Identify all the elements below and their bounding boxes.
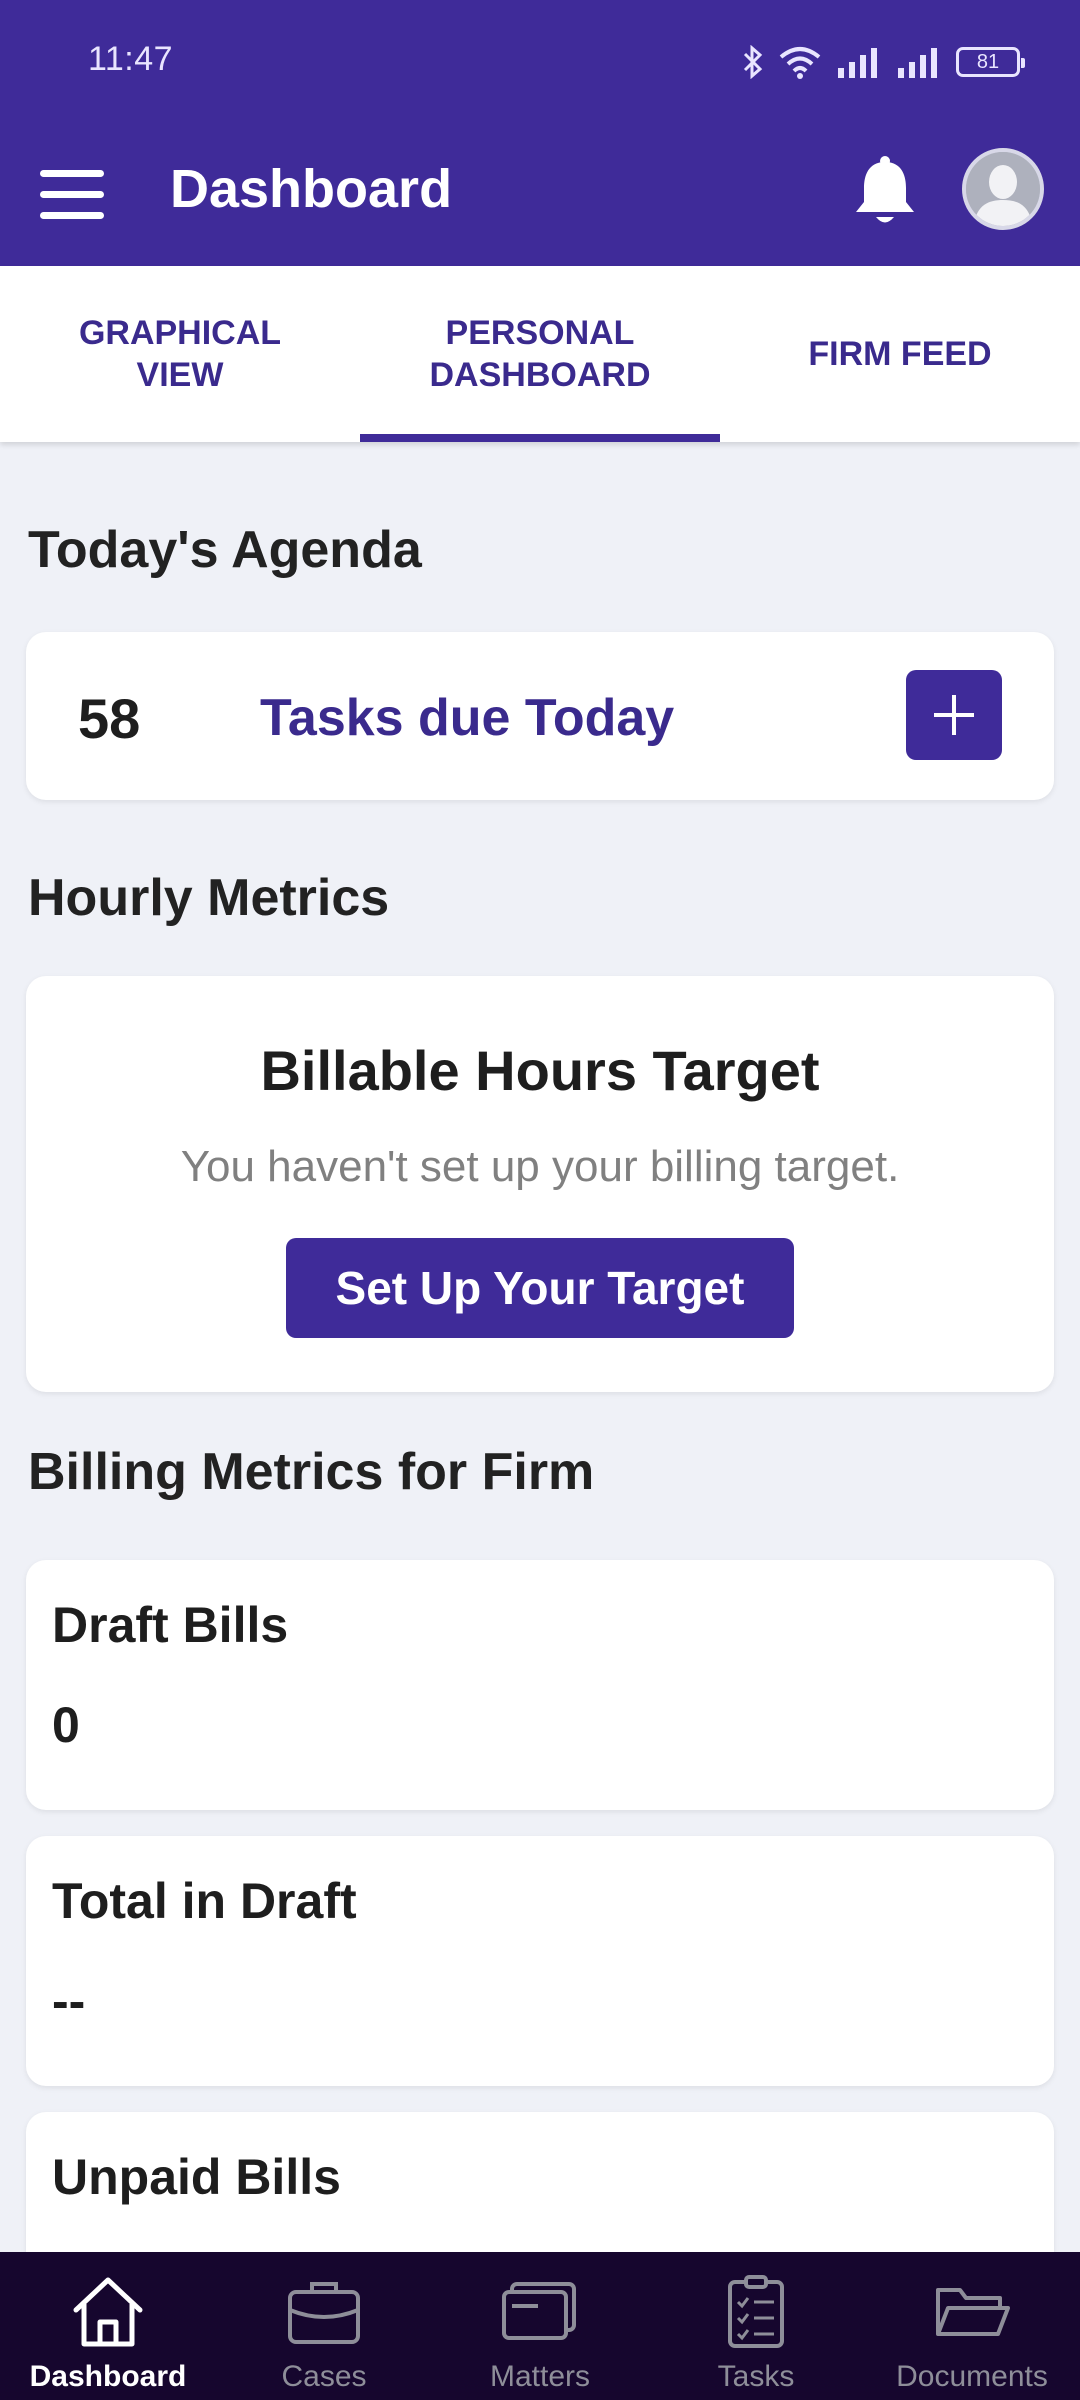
metric-label: Unpaid Bills bbox=[52, 2149, 341, 2205]
active-tab-indicator bbox=[360, 434, 720, 442]
metric-card-total-in-draft[interactable]: Total in Draft -- bbox=[26, 1836, 1054, 2086]
bell-icon bbox=[856, 156, 914, 223]
set-up-target-button[interactable]: Set Up Your Target bbox=[286, 1238, 794, 1338]
status-bar: 11:47 81 bbox=[0, 0, 1080, 126]
wifi-icon bbox=[779, 47, 821, 79]
agenda-card[interactable]: 58 Tasks due Today bbox=[26, 632, 1054, 800]
nav-label: Dashboard bbox=[29, 2360, 187, 2393]
status-time: 11:47 bbox=[88, 40, 174, 78]
tasks-due-label: Tasks due Today bbox=[260, 689, 675, 747]
tab-personal-dashboard[interactable]: Personal Dashboard bbox=[360, 266, 720, 442]
tasks-due-count: 58 bbox=[78, 687, 141, 750]
nav-documents[interactable]: Documents bbox=[864, 2252, 1080, 2400]
tab-graphical-view[interactable]: Graphical View bbox=[0, 266, 360, 442]
agenda-section-title: Today's Agenda bbox=[28, 521, 422, 579]
metric-value: 0 bbox=[52, 1697, 80, 1753]
folder-icon bbox=[930, 2274, 1014, 2350]
app: 11:47 81 Dashboard GRAPHICAL VIEW PERSON… bbox=[0, 0, 1080, 2400]
billable-hours-title: Billable Hours Target bbox=[260, 1039, 820, 1102]
billing-section-title: Billing Metrics for Firm bbox=[28, 1443, 595, 1501]
billable-hours-card: Billable Hours Target You haven't set up… bbox=[26, 976, 1054, 1392]
nav-cases[interactable]: Cases bbox=[216, 2252, 432, 2400]
tab-label: Personal Dashboard bbox=[429, 314, 651, 394]
bottom-nav: Dashboard Cases Matters Tasks Documents bbox=[0, 2252, 1080, 2400]
briefcase-icon bbox=[282, 2274, 366, 2350]
header: 11:47 81 Dashboard bbox=[0, 0, 1080, 266]
app-bar: Dashboard bbox=[0, 126, 1080, 266]
nav-tasks[interactable]: Tasks bbox=[648, 2252, 864, 2400]
battery-icon: 81 bbox=[956, 47, 1025, 77]
tab-firm-feed[interactable]: Firm Feed bbox=[720, 266, 1080, 442]
avatar-icon bbox=[966, 152, 1040, 226]
page-title: Dashboard bbox=[170, 159, 453, 219]
card-icon bbox=[498, 2274, 582, 2350]
add-task-button[interactable] bbox=[906, 670, 1002, 760]
nav-label: Cases bbox=[281, 2360, 367, 2393]
tab-label: Firm Feed bbox=[808, 335, 992, 373]
home-icon bbox=[66, 2274, 150, 2350]
billable-hours-subtitle: You haven't set up your billing target. bbox=[180, 1142, 900, 1191]
clipboard-icon bbox=[714, 2274, 798, 2350]
nav-label: Documents bbox=[896, 2360, 1048, 2393]
avatar[interactable] bbox=[962, 148, 1044, 230]
metric-label: Draft Bills bbox=[52, 1597, 289, 1653]
signal-icon bbox=[898, 48, 937, 78]
notifications-button[interactable] bbox=[848, 152, 922, 232]
metric-value: -- bbox=[52, 1973, 86, 2029]
battery-level: 81 bbox=[976, 51, 1000, 73]
metric-label: Total in Draft bbox=[52, 1873, 357, 1929]
nav-dashboard[interactable]: Dashboard bbox=[0, 2252, 216, 2400]
signal-icon bbox=[838, 48, 877, 78]
hourly-section-title: Hourly Metrics bbox=[28, 869, 390, 927]
menu-icon bbox=[40, 169, 104, 177]
menu-icon-bar bbox=[40, 211, 104, 219]
tab-bar: Graphical View Personal Dashboard Firm F… bbox=[0, 266, 1080, 442]
metric-card-draft-bills[interactable]: Draft Bills 0 bbox=[26, 1560, 1054, 1810]
status-icons: 81 bbox=[742, 38, 1025, 86]
nav-matters[interactable]: Matters bbox=[432, 2252, 648, 2400]
tab-label: Graphical View bbox=[78, 314, 282, 394]
bluetooth-icon bbox=[743, 45, 763, 79]
menu-button[interactable] bbox=[34, 156, 110, 232]
menu-icon-bar bbox=[40, 190, 104, 198]
nav-label: Tasks bbox=[717, 2360, 795, 2393]
plus-icon bbox=[934, 695, 974, 735]
nav-label: Matters bbox=[489, 2360, 591, 2393]
